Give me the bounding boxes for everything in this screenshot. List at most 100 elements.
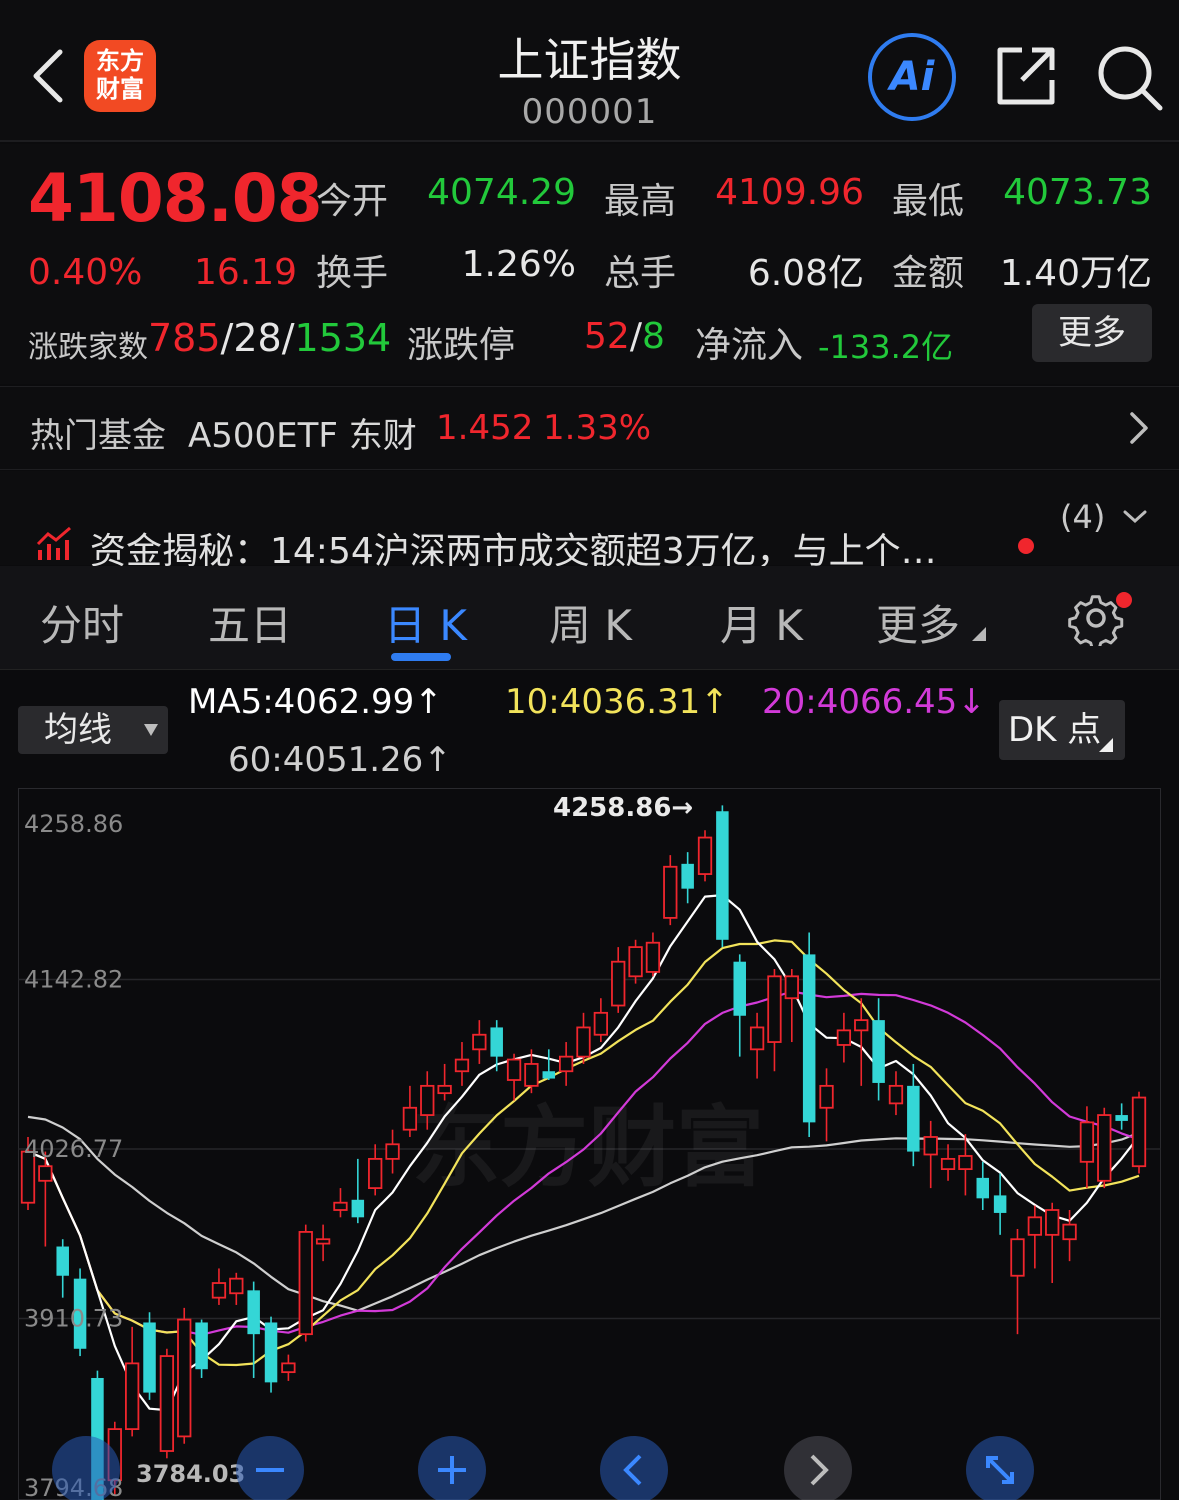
advance-decline-counts: 785/28/1534 [148, 316, 392, 360]
turnover-label: 换手 [316, 253, 389, 294]
candle-body-up [888, 1084, 904, 1105]
advancers-count: 785 [148, 316, 221, 360]
indicator-selector-label: 均线 [44, 710, 112, 750]
unchanged-count: 28 [233, 316, 282, 360]
fullscreen-button[interactable] [966, 1436, 1034, 1500]
chevron-down-icon[interactable] [1122, 508, 1148, 530]
unread-dot [1018, 538, 1034, 554]
share-icon [997, 47, 1055, 105]
turnover-value: 1.26% [461, 244, 576, 285]
hot-fund-change: 1.33% [543, 408, 652, 448]
limit-down-count: 8 [641, 316, 665, 357]
indicator-selector[interactable]: 均线 [18, 706, 168, 754]
candle-body-down [1115, 1115, 1128, 1121]
candle-body-up [767, 975, 782, 1043]
open-label: 今开 [316, 181, 389, 222]
amount-value: 1.40万亿 [999, 253, 1152, 294]
kline-chart[interactable]: 东方财富 4258.864142.824026.773910.733794.68… [18, 788, 1161, 1500]
candle-body-up [611, 960, 626, 1007]
nav-handle-button[interactable] [52, 1436, 120, 1500]
search-icon [1098, 46, 1163, 111]
scroll-right-button[interactable] [784, 1436, 852, 1500]
candle-body-up [628, 946, 643, 978]
candle-body-up [402, 1106, 418, 1131]
ma60-value: 60:4051.26↑ [228, 740, 452, 780]
candle-body-up [211, 1282, 227, 1299]
limit-up-count: 52 [584, 316, 630, 357]
candle-body-down [872, 1020, 885, 1083]
limit-label: 涨跌停 [407, 325, 516, 366]
chart-settings-button[interactable] [1068, 590, 1132, 651]
candle-body-down [351, 1199, 365, 1218]
candle-body-up [663, 865, 678, 919]
candle-body-up [472, 1033, 487, 1051]
high-label: 最高 [604, 181, 677, 222]
minus-icon [256, 1468, 284, 1472]
fund-flow-icon [36, 526, 74, 566]
candle-body-up [1062, 1223, 1077, 1241]
open-value: 4074.29 [427, 172, 576, 213]
change-percent: 0.40% [28, 252, 143, 293]
candle-body-down [143, 1322, 156, 1393]
chevron-left-icon [623, 1454, 642, 1486]
hot-fund-name: A500ETF 东财 [188, 416, 417, 456]
candle-body-up [1097, 1114, 1112, 1182]
candle-body-up [38, 1165, 53, 1182]
candle-body-up [645, 941, 661, 973]
candle-body-down [195, 1322, 208, 1370]
candle-body-up [923, 1136, 938, 1156]
candle-body-up [1045, 1209, 1060, 1236]
y-tick-label: 4026.77 [24, 1135, 123, 1163]
tab-monthly-k[interactable]: 月 K [720, 592, 803, 653]
candle-body-up [229, 1277, 244, 1295]
tab-more[interactable]: 更多 [876, 592, 960, 653]
tab-intraday[interactable]: 分时 [40, 592, 124, 653]
scroll-left-button[interactable] [600, 1436, 668, 1500]
candle-body-up [940, 1157, 956, 1171]
min-price-annotation: 3784.03 [136, 1460, 245, 1488]
candle-body-down [56, 1246, 69, 1276]
zoom-in-button[interactable] [418, 1436, 486, 1500]
candle-body-up [454, 1058, 470, 1073]
candle-body-up [958, 1155, 973, 1171]
settings-badge-dot [1116, 592, 1132, 608]
zoom-out-button[interactable] [236, 1436, 304, 1500]
candle-body-up [437, 1084, 452, 1095]
watermark: 东方财富 [412, 1096, 764, 1199]
tab-weekly-k[interactable]: 周 K [549, 592, 632, 653]
decliners-count: 1534 [294, 316, 392, 360]
limit-counts: 52/8 [584, 316, 665, 357]
net-inflow-value: -133.2亿 [818, 328, 954, 366]
candle-body-up [1027, 1216, 1042, 1236]
amount-label: 金额 [892, 253, 965, 294]
tab-daily-k[interactable]: 日 K [384, 592, 467, 653]
low-label: 最低 [892, 181, 965, 222]
candle-body-down [976, 1177, 990, 1199]
more-button[interactable]: 更多 [1032, 304, 1152, 362]
share-button[interactable] [994, 44, 1058, 108]
advance-decline-label: 涨跌家数 [28, 330, 148, 365]
candle-body-up [333, 1201, 348, 1211]
ai-button[interactable]: Ai [868, 33, 956, 121]
candle-body-up [298, 1231, 313, 1336]
candle-body-up [749, 1026, 765, 1051]
dk-point-button[interactable]: DK 点 [999, 700, 1125, 760]
period-tabs: 分时 五日 日 K 周 K 月 K 更多 [0, 566, 1179, 670]
candle-body-down [733, 961, 746, 1016]
volume-label: 总手 [604, 253, 677, 294]
search-button[interactable] [1096, 44, 1164, 112]
change-amount: 16.19 [194, 252, 298, 293]
candle-body-up [420, 1084, 435, 1116]
candle-body-up [1079, 1121, 1095, 1163]
tab-five-day[interactable]: 五日 [208, 592, 292, 653]
candle-body-up [593, 1011, 609, 1036]
candle-body-up [368, 1157, 383, 1190]
ma10-value: 10:4036.31↑ [505, 682, 729, 722]
candle-body-down [542, 1071, 556, 1079]
candle-body-up [697, 836, 713, 875]
candle-body-up [558, 1055, 574, 1073]
ma20-value: 20:4066.45↓ [762, 682, 986, 722]
low-value: 4073.73 [1003, 172, 1152, 213]
dk-point-label: DK 点 [1008, 710, 1102, 750]
candle-body-down [802, 954, 816, 1123]
